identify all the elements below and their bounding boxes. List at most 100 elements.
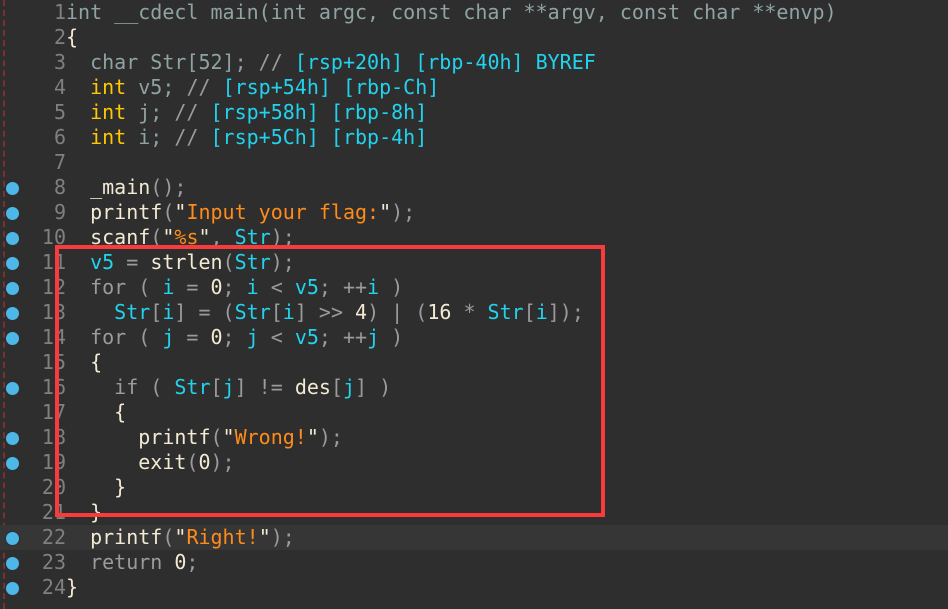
code-token: strlen [150, 250, 223, 274]
code-token: if ( [66, 375, 175, 399]
code-token: ( [150, 225, 163, 249]
line-source[interactable]: scanf("%s", Str); [66, 225, 295, 250]
code-token: [ [270, 300, 283, 324]
line-number: 22 [41, 525, 66, 549]
line-source[interactable]: int __cdecl main(int argc, const char **… [66, 0, 837, 25]
line-source[interactable]: if ( Str[j] != des[j] ) [66, 375, 391, 400]
code-line[interactable]: 21 } [0, 500, 948, 525]
code-token: 0 [210, 275, 223, 299]
code-line[interactable]: 13 Str[i] = (Str[i] >> 4) | (16 * Str[i]… [0, 300, 948, 325]
code-line[interactable]: 6 int i; // [rsp+5Ch] [rbp-4h] [0, 125, 948, 150]
code-token: < [258, 325, 295, 349]
code-line[interactable]: 12 for ( i = 0; i < v5; ++i ) [0, 275, 948, 300]
code-token: // [174, 100, 211, 124]
code-line[interactable]: 20 } [0, 475, 948, 500]
code-token: Wrong! [234, 425, 307, 449]
code-token: v5 [294, 325, 319, 349]
line-source[interactable]: _main(); [66, 175, 186, 200]
code-line[interactable]: 2{ [0, 25, 948, 50]
code-token: i [162, 300, 175, 324]
code-token: [ [210, 375, 223, 399]
line-number: 6 [53, 125, 66, 149]
code-token: ] ) [355, 375, 392, 399]
line-source[interactable]: int j; // [rsp+58h] [rbp-8h] [66, 100, 427, 125]
line-source[interactable]: } [66, 500, 102, 525]
line-source[interactable]: int v5; // [rsp+54h] [rbp-Ch] [66, 75, 439, 100]
code-token: [ [523, 300, 536, 324]
line-number: 23 [41, 550, 66, 574]
code-token: Str [234, 300, 271, 324]
line-source[interactable]: char Str[52]; // [rsp+20h] [rbp-40h] BYR… [66, 50, 596, 75]
line-source[interactable]: printf("Input your flag:"); [66, 200, 415, 225]
code-token: ; [186, 550, 199, 574]
code-line[interactable]: 22 printf("Right!"); [0, 525, 948, 550]
code-line[interactable]: 19 exit(0); [0, 450, 948, 475]
code-token: " [174, 525, 187, 549]
code-line[interactable]: 15 { [0, 350, 948, 375]
code-token: j [162, 325, 175, 349]
code-token: v5; [126, 75, 187, 99]
line-source[interactable]: { [66, 25, 78, 50]
code-line[interactable]: 11 v5 = strlen(Str); [0, 250, 948, 275]
code-line[interactable]: 3 char Str[52]; // [rsp+20h] [rbp-40h] B… [0, 50, 948, 75]
code-line[interactable]: 18 printf("Wrong!"); [0, 425, 948, 450]
code-token: i [282, 300, 295, 324]
line-number: 13 [41, 300, 66, 324]
code-token: = [174, 325, 211, 349]
line-number: 9 [53, 200, 66, 224]
code-line[interactable]: 17 { [0, 400, 948, 425]
code-token: j [342, 375, 356, 399]
line-source[interactable]: exit(0); [66, 450, 234, 475]
code-line[interactable]: 7 [0, 150, 948, 175]
line-source[interactable]: for ( j = 0; j < v5; ++j ) [66, 325, 403, 350]
line-source[interactable]: printf("Right!"); [66, 525, 295, 550]
code-line[interactable]: 14 for ( j = 0; j < v5; ++j ) [0, 325, 948, 350]
line-source[interactable]: for ( i = 0; i < v5; ++i ) [66, 275, 403, 300]
line-source[interactable]: } [66, 475, 126, 500]
code-token: * [451, 300, 488, 324]
code-line[interactable]: 5 int j; // [rsp+58h] [rbp-8h] [0, 100, 948, 125]
line-number: 19 [41, 450, 66, 474]
code-token: = [174, 275, 211, 299]
line-number: 7 [53, 150, 66, 174]
code-token: } [66, 475, 127, 499]
code-line[interactable]: 10 scanf("%s", Str); [0, 225, 948, 250]
code-line[interactable]: 23 return 0; [0, 550, 948, 575]
code-token: ] >> [294, 300, 356, 324]
code-line[interactable]: 24} [0, 575, 948, 600]
code-token: ] != [234, 375, 295, 399]
line-source[interactable]: } [66, 575, 78, 600]
line-source[interactable]: Str[i] = (Str[i] >> 4) | (16 * Str[i]); [66, 300, 584, 325]
line-source[interactable]: v5 = strlen(Str); [66, 250, 295, 275]
code-line[interactable]: 16 if ( Str[j] != des[j] ) [0, 375, 948, 400]
line-source[interactable]: int i; // [rsp+5Ch] [rbp-4h] [66, 125, 427, 150]
code-token: [rsp+20h] [rbp-40h] BYREF [294, 50, 596, 74]
line-source[interactable]: { [66, 350, 102, 375]
code-line[interactable]: 9 printf("Input your flag:"); [0, 200, 948, 225]
code-token: } [66, 575, 79, 599]
code-token: ; ++ [318, 325, 368, 349]
line-source[interactable]: return 0; [66, 550, 198, 575]
code-token: " [306, 425, 319, 449]
code-token: ) [379, 325, 404, 349]
code-line[interactable]: 4 int v5; // [rsp+54h] [rbp-Ch] [0, 75, 948, 100]
code-token: return [66, 550, 175, 574]
line-source[interactable]: printf("Wrong!"); [66, 425, 343, 450]
code-token: ] = ( [174, 300, 235, 324]
code-token: Str [234, 225, 271, 249]
code-listing[interactable]: 1 int __cdecl main(int argc, const char *… [0, 0, 948, 609]
code-token: j; [126, 100, 175, 124]
line-number: 10 [41, 225, 66, 249]
code-line[interactable]: 8 _main(); [0, 175, 948, 200]
line-source[interactable]: { [66, 400, 126, 425]
code-token: printf [90, 200, 163, 224]
line-number: 11 [41, 250, 66, 274]
code-token: { [66, 25, 79, 49]
line-number: 14 [41, 325, 66, 349]
code-token: v5 [90, 250, 115, 274]
code-token: i [367, 275, 380, 299]
code-line[interactable]: 1 int __cdecl main(int argc, const char *… [0, 0, 948, 25]
code-token: 0 [174, 550, 187, 574]
